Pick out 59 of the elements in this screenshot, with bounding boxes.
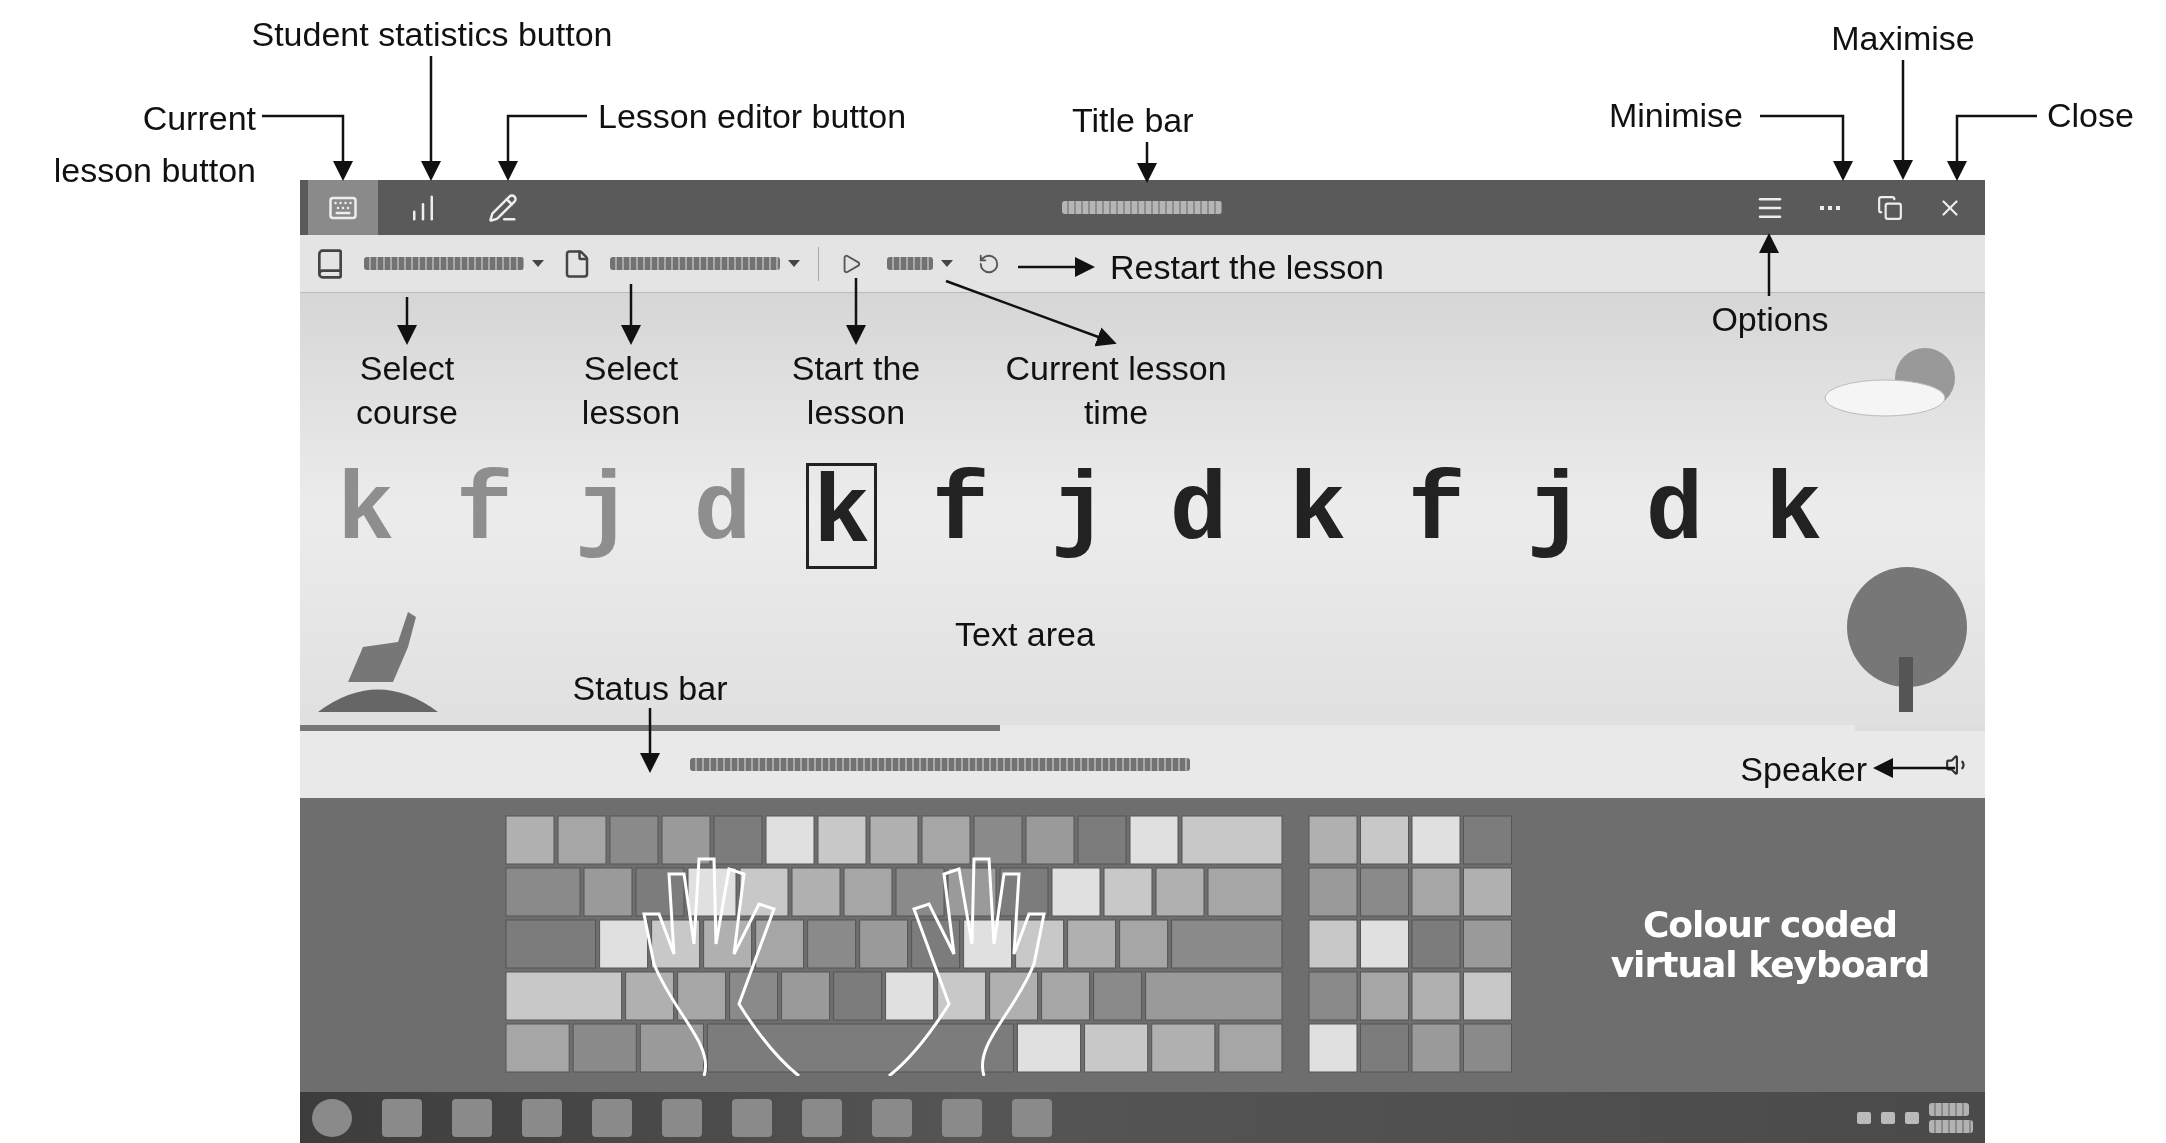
lesson-letter: d xyxy=(1168,463,1229,569)
callout-arrow xyxy=(397,297,417,345)
start-button[interactable] xyxy=(312,1098,352,1137)
lesson-letter: k xyxy=(1763,463,1824,569)
squares-icon xyxy=(1877,194,1903,221)
callout-label: Select lesson xyxy=(580,348,682,433)
ellipsis-icon xyxy=(1820,205,1840,210)
callout-label: Text area xyxy=(954,614,1096,655)
callout-arrow xyxy=(846,278,866,345)
taskbar-app-icon[interactable] xyxy=(382,1098,422,1137)
tray-icon[interactable] xyxy=(1905,1111,1919,1124)
lesson-letter: f xyxy=(454,463,515,569)
taskbar-app-icon[interactable] xyxy=(522,1098,562,1137)
callout-label: Current lesson button xyxy=(52,98,256,191)
callout-arrow xyxy=(1137,142,1157,183)
callout-label: Speaker xyxy=(1739,749,1867,790)
tray-icon[interactable] xyxy=(1881,1111,1895,1124)
callout-label: Close xyxy=(2047,95,2135,136)
lesson-letter: j xyxy=(1525,463,1586,569)
callout-label: Title bar xyxy=(1072,100,1195,141)
taskbar-app-icon[interactable] xyxy=(802,1098,842,1137)
callout-label: Student statistics button xyxy=(250,14,614,55)
caret-icon xyxy=(788,260,800,267)
callout-arrow xyxy=(1759,233,1779,296)
callout-label: Lesson editor button xyxy=(598,96,908,137)
taskbar-app-icon[interactable] xyxy=(592,1098,632,1137)
taskbar-app-icon[interactable] xyxy=(872,1098,912,1137)
caret-icon xyxy=(941,260,953,267)
callout-label: Restart the lesson xyxy=(1110,247,1386,288)
blurred-date xyxy=(1929,1119,1973,1133)
pencil-icon xyxy=(488,192,518,223)
callout-label: Start the lesson xyxy=(790,348,922,433)
lesson-letter: d xyxy=(1644,463,1705,569)
lesson-letter: j xyxy=(573,463,634,569)
lesson-letter: k xyxy=(335,463,396,569)
blurred-clock xyxy=(1929,1102,1969,1116)
taskbar-app-icon[interactable] xyxy=(1012,1098,1052,1137)
caret-icon xyxy=(532,260,544,267)
taskbar-app-icon[interactable] xyxy=(452,1098,492,1137)
lesson-letter: k xyxy=(1287,463,1348,569)
lesson-letter: d xyxy=(692,463,753,569)
callout-label: Status bar xyxy=(571,668,729,709)
title-bar-button[interactable] xyxy=(308,180,378,235)
lesson-letter: f xyxy=(1406,463,1467,569)
callout-arrow xyxy=(621,284,641,345)
callout-label: Maximise xyxy=(1830,18,1976,59)
callout-label: Options xyxy=(1710,299,1830,340)
lesson-letter: f xyxy=(930,463,991,569)
taskbar-app-icon[interactable] xyxy=(662,1098,702,1137)
callout-label: Minimise xyxy=(1607,95,1743,136)
callout-label: Current lesson time xyxy=(1004,348,1228,433)
keyboard-label: Colour coded virtual keyboard xyxy=(1609,905,1931,985)
callout-label: Select course xyxy=(354,348,460,433)
callout-arrow xyxy=(640,708,660,773)
tray-icon[interactable] xyxy=(1857,1111,1871,1124)
taskbar-app-icon[interactable] xyxy=(942,1098,982,1137)
restart-icon xyxy=(978,252,1000,275)
taskbar-app-icon[interactable] xyxy=(732,1098,772,1137)
lesson-letter: j xyxy=(1049,463,1110,569)
